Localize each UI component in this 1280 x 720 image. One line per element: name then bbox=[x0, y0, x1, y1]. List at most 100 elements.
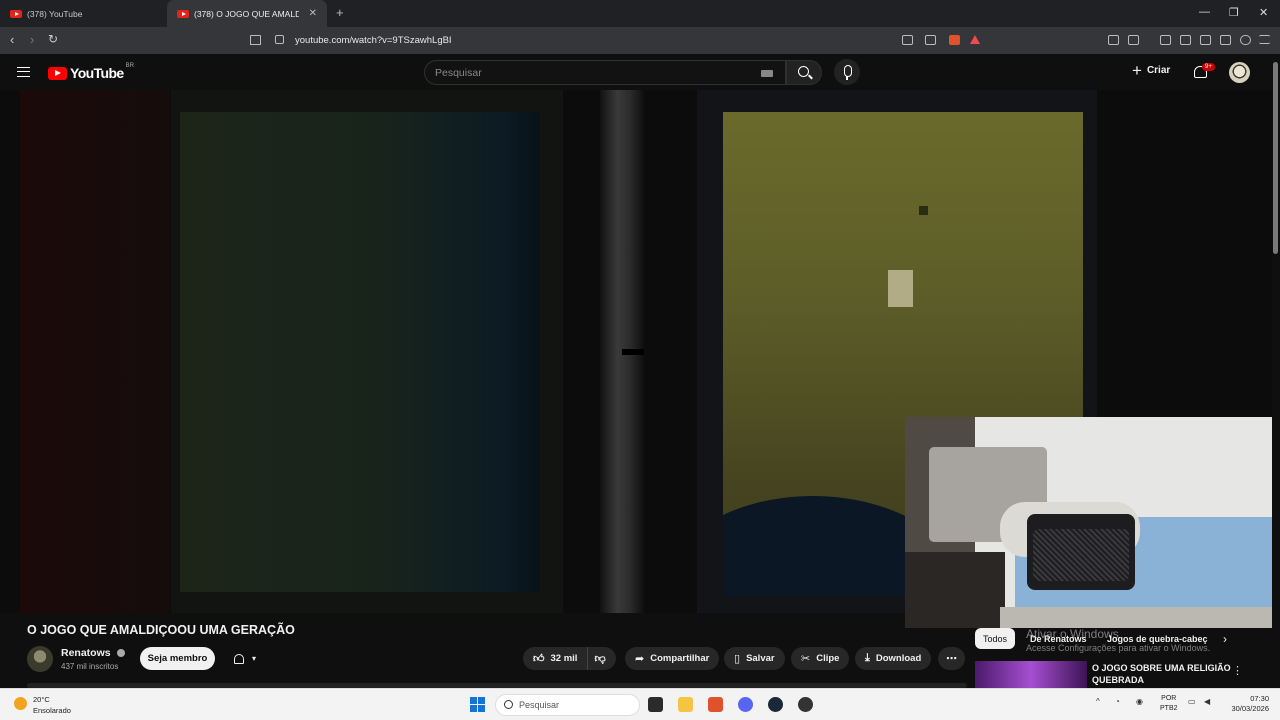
webcam-overlay bbox=[905, 417, 1280, 628]
volume-icon[interactable]: ◀ bbox=[1204, 697, 1210, 706]
vpn-icon[interactable] bbox=[1240, 35, 1251, 45]
download-button[interactable]: ⤓ Download bbox=[855, 647, 932, 670]
create-button[interactable]: + Criar bbox=[1132, 60, 1170, 80]
search-button[interactable] bbox=[786, 60, 822, 85]
minimize-button[interactable]: — bbox=[1199, 6, 1210, 18]
thumbs-up-icon: 👍︎ bbox=[533, 653, 545, 665]
youtube-logo[interactable]: YouTube BR bbox=[48, 63, 134, 81]
taskbar-search-input[interactable]: Pesquisar bbox=[495, 694, 640, 716]
language-indicator[interactable]: POR PTB2 bbox=[1160, 694, 1178, 714]
search-input[interactable]: Pesquisar bbox=[424, 60, 786, 85]
brave-shield-icon[interactable] bbox=[949, 35, 960, 45]
logo-text: YouTube bbox=[70, 65, 124, 81]
language-code: POR bbox=[1161, 695, 1177, 702]
download-label: Download bbox=[875, 653, 922, 664]
mic-tray-icon[interactable]: ◉ bbox=[1136, 697, 1143, 706]
channel-name[interactable]: Renatows bbox=[61, 647, 125, 659]
share-button[interactable]: ➦ Compartilhar bbox=[625, 647, 720, 670]
cast-icon[interactable] bbox=[902, 35, 913, 45]
voice-search-button[interactable] bbox=[834, 59, 860, 85]
account-avatar[interactable] bbox=[1229, 62, 1250, 83]
brave-browser-icon[interactable] bbox=[708, 697, 723, 712]
tray-overflow-icon[interactable]: ^ bbox=[1096, 697, 1100, 706]
keyboard-icon[interactable] bbox=[761, 70, 773, 77]
reload-button[interactable]: ↻ bbox=[48, 32, 58, 46]
close-window-button[interactable]: ✕ bbox=[1259, 6, 1268, 19]
extensions-icon[interactable] bbox=[1108, 35, 1119, 45]
bookmark-save-icon: ▯ bbox=[734, 653, 741, 665]
system-clock[interactable]: 07:30 30/03/2026 bbox=[1217, 694, 1269, 714]
tab-youtube-home[interactable]: (378) YouTube bbox=[0, 0, 165, 27]
leo-ai-icon[interactable] bbox=[1220, 35, 1231, 45]
bookmark-icon[interactable] bbox=[250, 35, 261, 45]
weather-desc: Ensolarado bbox=[33, 706, 71, 715]
activate-windows-title: Ativar o Windows bbox=[1026, 627, 1119, 641]
recommendation-title[interactable]: O JOGO SOBRE UMA RELIGIÃO QUEBRADA bbox=[1092, 662, 1232, 686]
keyboard-layout: PTB2 bbox=[1160, 705, 1178, 712]
recommendation-menu-icon[interactable]: ⋮ bbox=[1232, 664, 1243, 677]
file-explorer-icon[interactable] bbox=[678, 697, 693, 712]
channel-avatar[interactable] bbox=[27, 646, 53, 672]
steam-icon[interactable] bbox=[768, 697, 783, 712]
maximize-button[interactable]: ❐ bbox=[1229, 6, 1239, 19]
obs-icon[interactable] bbox=[798, 697, 813, 712]
search-icon bbox=[504, 700, 513, 709]
scissors-icon: ✂ bbox=[801, 653, 811, 665]
page-scrollbar-thumb[interactable] bbox=[1273, 62, 1278, 254]
sidebar-icon[interactable] bbox=[1180, 35, 1191, 45]
share-label: Compartilhar bbox=[650, 653, 710, 664]
weather-temp: 20°C bbox=[33, 695, 50, 704]
weather-widget[interactable]: 20°C Ensolarado bbox=[33, 694, 71, 716]
save-button[interactable]: ▯ Salvar bbox=[724, 647, 785, 670]
wifi-icon[interactable]: ◔ bbox=[1115, 697, 1120, 706]
like-button[interactable]: 👍︎ 32 mil bbox=[533, 647, 589, 670]
activate-windows-subtitle: Acesse Configurações para ativar o Windo… bbox=[1026, 643, 1211, 653]
video-frame-pipe-mark bbox=[622, 349, 644, 355]
windows-taskbar: 20°C Ensolarado Pesquisar ^ ◔ ◉ POR PTB2… bbox=[0, 688, 1280, 720]
share-icon[interactable] bbox=[925, 35, 936, 45]
back-button[interactable]: ‹ bbox=[10, 32, 14, 47]
share-arrow-icon: ➦ bbox=[635, 653, 645, 665]
channel-name-text[interactable]: Renatows bbox=[61, 647, 111, 659]
music-icon[interactable] bbox=[1160, 35, 1171, 45]
chevron-right-icon[interactable]: › bbox=[1223, 632, 1227, 646]
screenshot-icon[interactable] bbox=[1128, 35, 1139, 45]
more-actions-button[interactable]: ⋯ bbox=[938, 647, 965, 670]
recommendation-thumbnail[interactable] bbox=[975, 661, 1087, 688]
discord-icon[interactable] bbox=[738, 697, 753, 712]
brave-rewards-icon[interactable] bbox=[970, 35, 980, 44]
tab-video[interactable]: (378) O JOGO QUE AMALDIÇ ✕ bbox=[167, 0, 327, 27]
weather-sun-icon[interactable] bbox=[14, 697, 27, 710]
tab-label: (378) YouTube bbox=[27, 8, 83, 19]
video-frame-mark bbox=[919, 206, 928, 215]
subscribed-notifications-button[interactable]: ▾ bbox=[222, 647, 268, 670]
windows-start-icon[interactable] bbox=[470, 697, 485, 712]
url-field[interactable]: youtube.com/watch?v=9TSzawhLgBI bbox=[295, 35, 452, 46]
hamburger-menu-icon[interactable] bbox=[17, 67, 30, 77]
clip-button[interactable]: ✂ Clipe bbox=[791, 647, 850, 670]
join-button[interactable]: Seja membro bbox=[140, 647, 215, 670]
site-info-icon[interactable] bbox=[275, 35, 284, 44]
bell-icon bbox=[233, 653, 244, 664]
network-icon[interactable]: ▭ bbox=[1188, 697, 1196, 706]
video-frame-left-edge bbox=[20, 90, 170, 613]
more-horizontal-icon: ⋯ bbox=[946, 653, 957, 665]
chevron-down-icon: ▾ bbox=[251, 654, 256, 663]
video-frame-note bbox=[888, 270, 913, 307]
search-placeholder: Pesquisar bbox=[435, 67, 482, 79]
task-view-icon[interactable] bbox=[648, 697, 663, 712]
dislike-button[interactable]: 👎︎ bbox=[594, 652, 605, 665]
address-bar: ‹ › ↻ youtube.com/watch?v=9TSzawhLgBI bbox=[0, 27, 1280, 54]
menu-icon[interactable] bbox=[1259, 35, 1270, 44]
forward-button[interactable]: › bbox=[30, 32, 34, 47]
wallet-icon[interactable] bbox=[1200, 35, 1211, 45]
download-icon: ⤓ bbox=[865, 652, 870, 664]
like-dislike-group: 👍︎ 32 mil 👎︎ bbox=[523, 647, 616, 670]
youtube-favicon-icon bbox=[10, 9, 22, 18]
browser-tab-bar: (378) YouTube (378) O JOGO QUE AMALDIÇ ✕… bbox=[0, 0, 1280, 27]
filter-chip-all[interactable]: Todos bbox=[975, 628, 1016, 649]
close-tab-icon[interactable]: ✕ bbox=[309, 8, 317, 19]
video-title: O JOGO QUE AMALDIÇOOU UMA GERAÇÃO bbox=[27, 623, 295, 637]
plus-icon: + bbox=[1132, 60, 1142, 80]
new-tab-button[interactable]: + bbox=[336, 5, 344, 20]
